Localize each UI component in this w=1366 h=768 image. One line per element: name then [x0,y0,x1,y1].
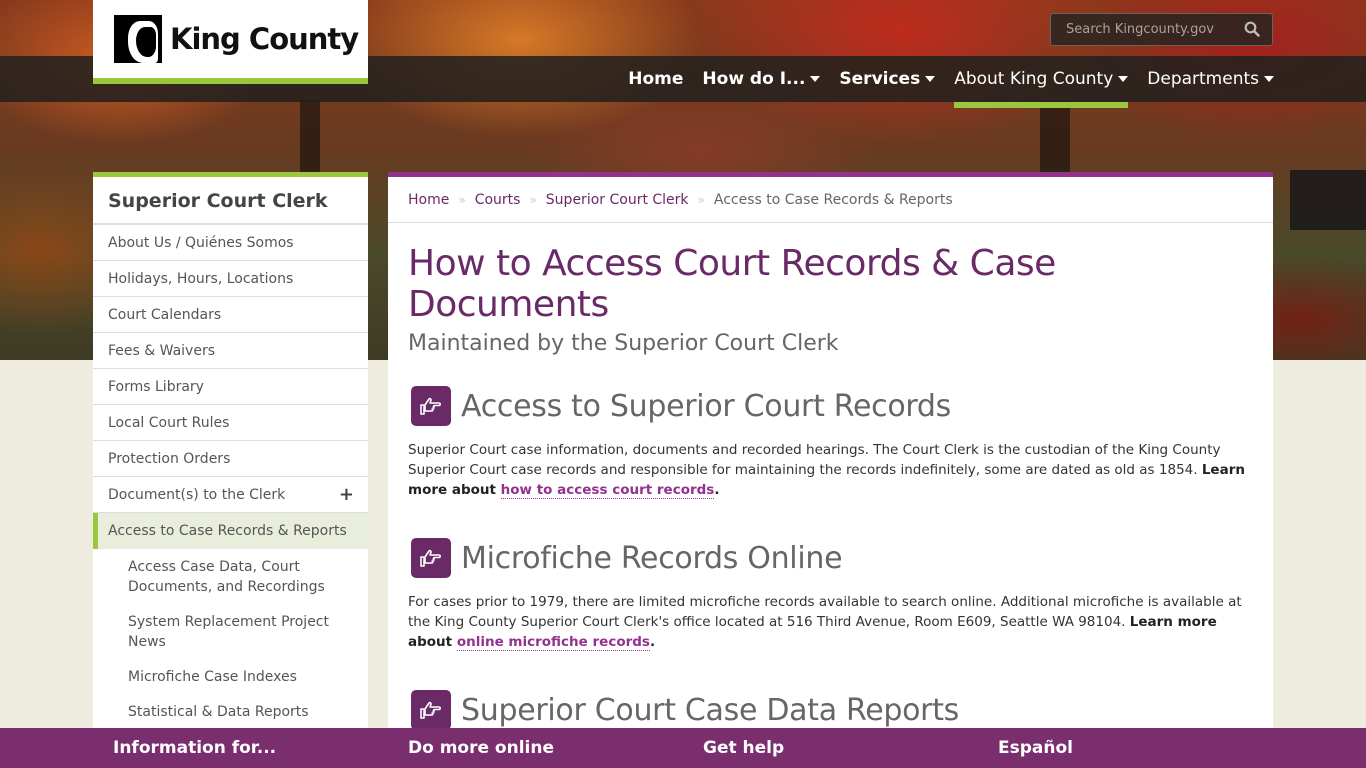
caret-down-icon [1264,76,1274,82]
sidebar-item-holidays[interactable]: Holidays, Hours, Locations [93,261,368,297]
footer-get-help[interactable]: Get help [703,738,784,758]
section-title: Microfiche Records Online [461,540,843,576]
sidebar-title[interactable]: Superior Court Clerk [93,177,368,225]
nav-departments-label: Departments [1147,69,1259,89]
sidebar-item-court-calendars[interactable]: Court Calendars [93,297,368,333]
search-input[interactable] [1066,22,1236,37]
sidebar-subitem-microfiche-indexes[interactable]: Microfiche Case Indexes [93,659,368,694]
page-title: How to Access Court Records & Case Docum… [408,243,1056,325]
caret-down-icon [810,76,821,82]
main-content: Home » Courts » Superior Court Clerk » A… [388,172,1273,768]
caret-down-icon [925,76,936,82]
mlk-logo-icon [114,15,162,63]
breadcrumb-separator: » [529,192,537,207]
hand-pointing-right-icon [411,538,451,578]
breadcrumb-home[interactable]: Home [408,192,449,208]
sidebar-item-about-us[interactable]: About Us / Quiénes Somos [93,225,368,261]
sidebar-item-label: Document(s) to the Clerk [108,487,286,503]
breadcrumb-superior-court-clerk[interactable]: Superior Court Clerk [546,192,689,208]
caret-down-icon [1118,76,1129,82]
breadcrumb-current: Access to Case Records & Reports [713,191,953,208]
period: . [649,634,656,650]
section-title: Access to Superior Court Records [461,388,951,424]
nav-services[interactable]: Services [839,56,936,102]
site-search [1050,13,1273,46]
footer-information-for[interactable]: Information for... [113,738,276,758]
section-access-records: Access to Superior Court Records Superio… [388,386,1273,500]
link-online-microfiche[interactable]: online microfiche records [456,634,650,651]
sidebar-subitem-statistical-reports[interactable]: Statistical & Data Reports [93,694,368,729]
sidebar-subitem-system-replacement[interactable]: System Replacement Project News [93,604,368,659]
section-text-body: Superior Court case information, documen… [408,442,1221,478]
page-subtitle: Maintained by the Superior Court Clerk [408,331,839,356]
section-text: For cases prior to 1979, there are limit… [408,592,1253,652]
sidebar-item-local-court-rules[interactable]: Local Court Rules [93,405,368,441]
logo-text: King County [170,22,359,56]
sidebar-item-access-case-records[interactable]: Access to Case Records & Reports [93,513,368,549]
hand-pointing-right-icon [411,386,451,426]
section-microfiche: Microfiche Records Online For cases prio… [388,538,1273,652]
sidebar-subitem-access-case-data[interactable]: Access Case Data, Court Documents, and R… [93,549,368,604]
expand-plus-icon[interactable]: + [339,477,354,513]
nav-home[interactable]: Home [628,56,683,102]
footer-bar: Information for... Do more online Get he… [0,728,1366,768]
sidebar-nav: Superior Court Clerk About Us / Quiénes … [93,172,368,768]
search-icon[interactable] [1244,21,1260,37]
nav-departments[interactable]: Departments [1147,56,1274,102]
sidebar-item-fees[interactable]: Fees & Waivers [93,333,368,369]
section-title: Superior Court Case Data Reports [461,692,959,728]
footer-do-more-online[interactable]: Do more online [408,738,554,758]
period: . [714,482,720,498]
link-access-court-records[interactable]: how to access court records [500,482,715,499]
nav-about-king-county[interactable]: About King County [954,56,1129,108]
section-text-body: For cases prior to 1979, there are limit… [408,594,1242,630]
nav-services-label: Services [839,69,921,89]
breadcrumb-separator: » [697,192,705,207]
breadcrumb: Home » Courts » Superior Court Clerk » A… [388,177,1273,223]
king-county-logo[interactable]: King County [93,0,368,84]
section-text: Superior Court case information, documen… [408,440,1253,500]
hand-pointing-right-icon [411,690,451,730]
nav-how-do-i[interactable]: How do I... [702,56,821,102]
primary-nav: Home How do I... Services About King Cou… [609,56,1274,108]
sidebar-item-forms-library[interactable]: Forms Library [93,369,368,405]
nav-how-do-i-label: How do I... [702,69,806,89]
sidebar-item-protection-orders[interactable]: Protection Orders [93,441,368,477]
nav-about-label: About King County [954,69,1114,89]
nav-home-label: Home [628,69,684,89]
breadcrumb-separator: » [458,192,466,207]
footer-espanol[interactable]: Español [998,738,1073,758]
breadcrumb-courts[interactable]: Courts [475,192,521,208]
sidebar-item-documents-to-clerk[interactable]: Document(s) to the Clerk + [93,477,368,513]
